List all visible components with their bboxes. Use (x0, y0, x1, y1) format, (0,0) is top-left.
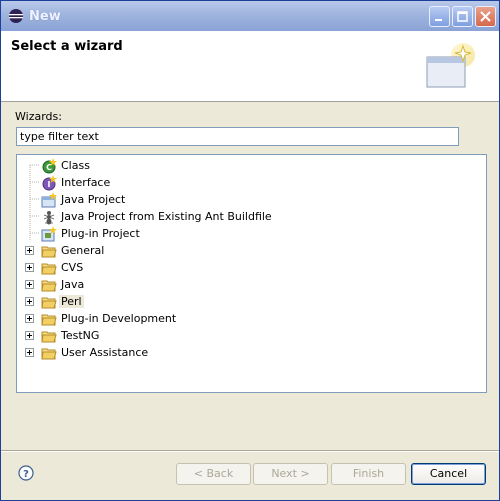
tree-item-label: Interface (61, 176, 111, 189)
close-button[interactable] (475, 6, 496, 27)
window-title: New (29, 9, 61, 24)
svg-text:I: I (48, 180, 51, 189)
tree-folder-testng[interactable]: TestNG (17, 327, 477, 344)
tree-item-java-project[interactable]: Java Project (17, 191, 477, 208)
expand-icon[interactable] (25, 280, 34, 289)
page-title: Select a wizard (11, 39, 123, 54)
tree-item-label: Java Project from Existing Ant Buildfile (61, 210, 272, 223)
folder-icon (41, 280, 57, 292)
back-button[interactable]: < Back (176, 463, 251, 485)
tree-folder-plugin-development[interactable]: Plug-in Development (17, 310, 477, 327)
class-icon: C (42, 158, 57, 174)
expand-icon[interactable] (25, 331, 34, 340)
folder-icon (41, 263, 57, 275)
finish-button[interactable]: Finish (331, 463, 406, 485)
tree-folder-cvs[interactable]: CVS (17, 259, 477, 276)
tree-folder-label: General (61, 244, 105, 257)
interface-icon: I (42, 175, 57, 191)
new-wizard-dialog: New Select a wizard Wizards: type filter… (0, 0, 500, 501)
tree-folder-general[interactable]: General (17, 242, 477, 259)
maximize-icon (457, 11, 468, 22)
maximize-button[interactable] (452, 6, 473, 27)
tree-folder-user-assistance[interactable]: User Assistance (17, 344, 477, 361)
filter-input[interactable] (16, 127, 459, 146)
tree-folder-perl[interactable]: Perl (17, 293, 477, 310)
plugin-project-icon (41, 226, 57, 242)
folder-icon (41, 348, 57, 360)
minimize-icon (435, 19, 442, 21)
tree-item-interface[interactable]: I Interface (17, 174, 477, 191)
tree-item-label: Java Project (61, 193, 126, 206)
tree-item-label: Class (61, 159, 90, 172)
tree-folder-java[interactable]: Java (17, 276, 477, 293)
tree-folder-label: Plug-in Development (61, 312, 177, 325)
folder-icon (41, 246, 57, 258)
tree-folder-label: TestNG (61, 329, 100, 342)
ant-icon (43, 211, 55, 225)
eclipse-icon (9, 9, 23, 23)
expand-icon[interactable] (25, 263, 34, 272)
tree-item-class[interactable]: C Class (17, 157, 477, 174)
expand-icon[interactable] (25, 314, 34, 323)
tree-item-plugin-project[interactable]: Plug-in Project (17, 225, 477, 242)
wizards-label: Wizards: (15, 110, 62, 123)
cancel-button[interactable]: Cancel (411, 463, 486, 485)
tree-folder-label: Java (61, 278, 85, 291)
tree-folder-label: Perl (59, 295, 84, 308)
tree-folder-label: User Assistance (61, 346, 149, 359)
folder-icon (41, 314, 57, 326)
tree-item-ant-project[interactable]: Java Project from Existing Ant Buildfile (17, 208, 477, 225)
folder-icon (41, 331, 57, 343)
expand-icon[interactable] (25, 297, 34, 306)
wizard-tree[interactable]: C Class I Interface Java Project Java Pr… (16, 154, 487, 393)
close-icon (480, 11, 491, 22)
next-button[interactable]: Next > (253, 463, 328, 485)
tree-item-label: Plug-in Project (61, 227, 140, 240)
expand-icon[interactable] (25, 246, 34, 255)
button-bar-separator (1, 450, 499, 452)
folder-icon (41, 297, 57, 309)
minimize-button[interactable] (429, 6, 450, 27)
new-wizard-banner-icon (426, 43, 475, 88)
tree-folder-label: CVS (61, 261, 84, 274)
help-icon[interactable]: ? (18, 465, 34, 481)
wizard-header: Select a wizard (1, 31, 499, 102)
svg-text:?: ? (23, 469, 29, 480)
title-bar[interactable]: New (1, 1, 499, 31)
expand-icon[interactable] (25, 348, 34, 357)
java-project-icon (41, 192, 57, 208)
